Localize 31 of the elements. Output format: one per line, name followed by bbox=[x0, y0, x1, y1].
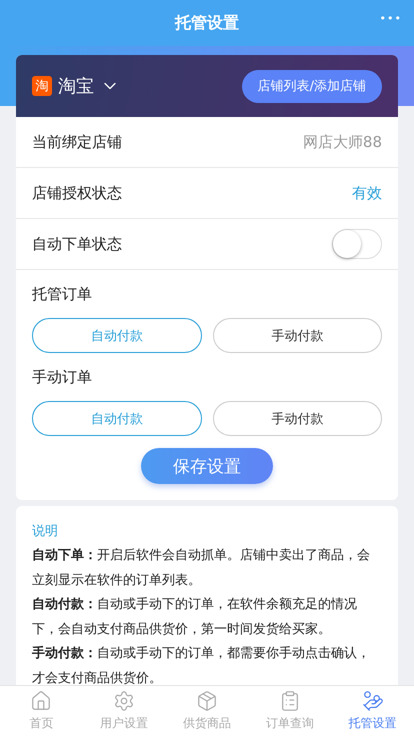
toggle-switch[interactable] bbox=[332, 229, 382, 259]
option-button[interactable]: 手动付款 bbox=[212, 318, 382, 353]
row-label: 店铺授权状态 bbox=[32, 184, 122, 202]
tab-item[interactable]: 供货商品 bbox=[166, 686, 248, 736]
row-label: 自动下单状态 bbox=[32, 234, 122, 254]
gear-icon bbox=[113, 690, 136, 712]
home-icon bbox=[30, 690, 52, 712]
box-icon bbox=[196, 690, 218, 712]
tab-item[interactable]: 首页 bbox=[0, 686, 83, 736]
notes-paragraph: 自动付款：自动或手动下的订单，在软件余额充足的情况下，会自动支付商品供货价，第一时间发货给买家。 bbox=[32, 596, 358, 638]
notes-title: 说明 bbox=[32, 523, 59, 540]
save-button[interactable]: 保存设置 bbox=[141, 448, 273, 484]
option-button[interactable]: 自动付款 bbox=[32, 318, 202, 353]
row-label: 当前绑定店铺 bbox=[32, 132, 122, 152]
option-button[interactable]: 自动付款 bbox=[32, 401, 202, 436]
tab-item[interactable]: 订单查询 bbox=[248, 686, 332, 736]
section-label: 手动订单 bbox=[32, 368, 92, 386]
platform-logo: 淘 bbox=[32, 76, 52, 96]
row-value: 网店大师88 bbox=[302, 132, 382, 152]
notes-paragraph: 手动付款：自动或手动下的订单，都需要你手动点击确认，才会支付商品供货价。 bbox=[32, 644, 371, 685]
more-button[interactable]: ••• bbox=[380, 12, 402, 25]
status-value: 有效 bbox=[352, 184, 382, 202]
option-button[interactable]: 手动付款 bbox=[212, 401, 382, 436]
section-label: 托管订单 bbox=[32, 285, 92, 303]
store-list-button[interactable]: 店铺列表/添加店铺 bbox=[242, 70, 382, 102]
platform-name[interactable]: 淘宝 bbox=[58, 74, 94, 98]
page-title: 托管设置 bbox=[175, 12, 239, 34]
tab-item[interactable]: 托管设置 bbox=[331, 686, 414, 736]
tab-item[interactable]: 用户设置 bbox=[82, 686, 166, 736]
notes-paragraph: 自动下单：开启后软件会自动抓单。店铺中卖出了商品，会立刻显示在软件的订单列表。 bbox=[32, 547, 371, 590]
hand-icon bbox=[362, 690, 384, 712]
